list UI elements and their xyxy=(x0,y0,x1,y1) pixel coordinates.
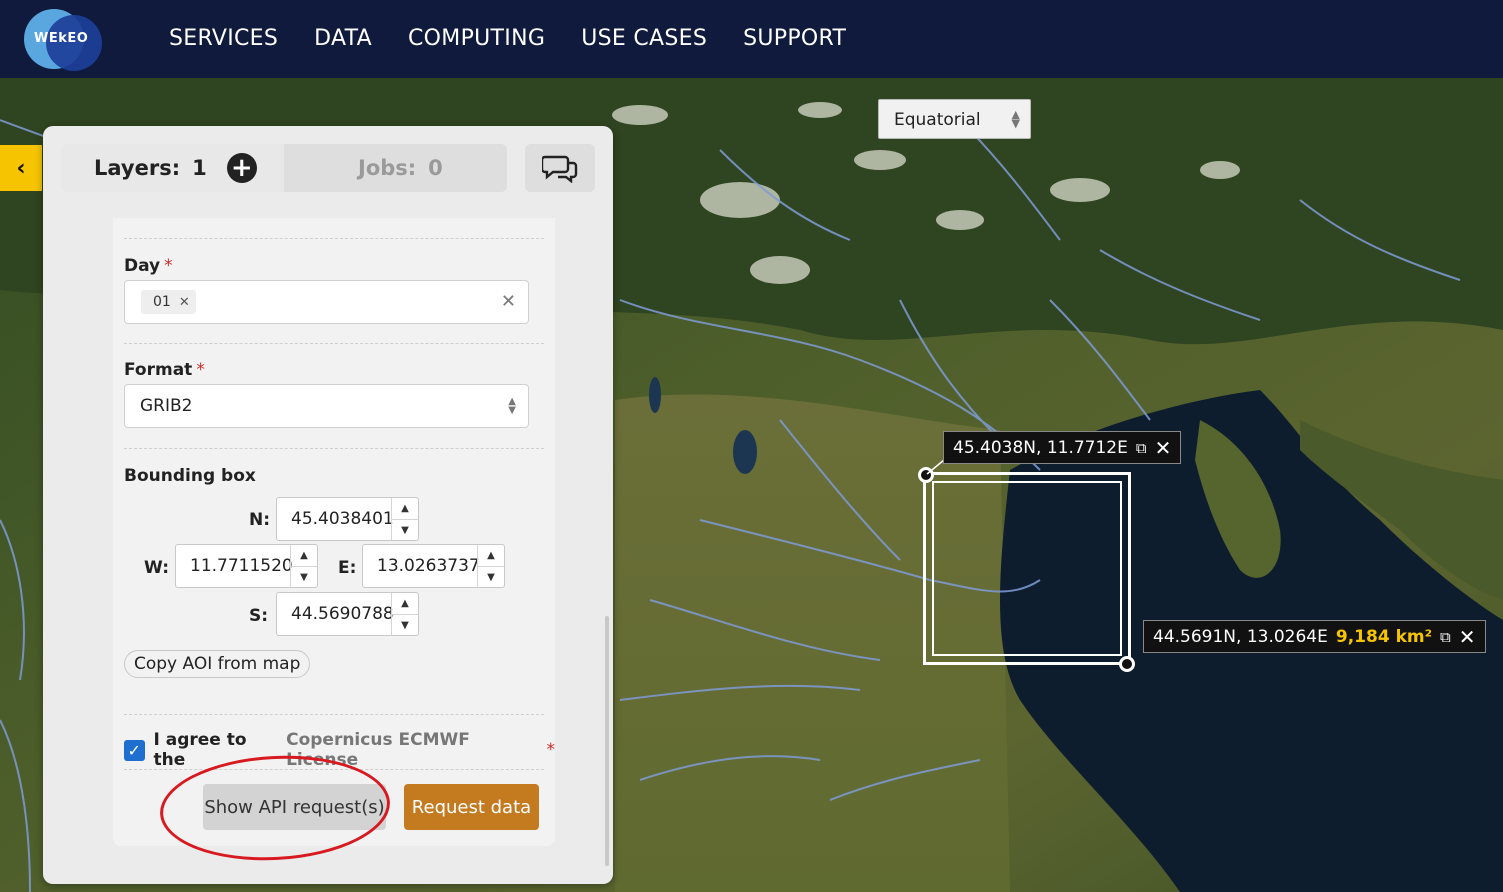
sort-icon: ▲ ▼ xyxy=(508,396,516,416)
panel-scrollbar[interactable] xyxy=(605,616,609,866)
nav-services[interactable]: SERVICES xyxy=(169,26,278,51)
close-icon[interactable]: ✕ xyxy=(1459,625,1476,649)
bottom-right-coord: 44.5691N, 13.0264E xyxy=(1153,626,1328,647)
east-value: 13.0263737 xyxy=(377,556,480,576)
day-label-text: Day xyxy=(124,256,161,276)
required-marker: * xyxy=(164,256,173,276)
south-input[interactable]: 44.5690788 ▲ ▼ xyxy=(276,592,419,636)
south-spinner[interactable]: ▲ ▼ xyxy=(391,593,418,635)
day-chip: 01 ✕ xyxy=(141,290,196,314)
clear-icon[interactable]: ✕ xyxy=(501,291,516,312)
sort-icon: ▲ ▼ xyxy=(1011,108,1020,130)
east-spinner[interactable]: ▲ ▼ xyxy=(477,545,504,587)
copy-icon[interactable]: ⧉ xyxy=(1136,439,1147,457)
nav-support[interactable]: SUPPORT xyxy=(743,26,846,51)
required-marker: * xyxy=(546,740,556,760)
spin-down-icon[interactable]: ▼ xyxy=(478,566,504,587)
top-left-coord-tooltip: 45.4038N, 11.7712E ⧉ ✕ xyxy=(943,431,1182,464)
day-chip-value: 01 xyxy=(153,294,171,310)
spin-up-icon[interactable]: ▲ xyxy=(478,545,504,566)
chip-remove-icon[interactable]: ✕ xyxy=(179,295,190,310)
spin-up-icon[interactable]: ▲ xyxy=(392,498,418,519)
north-spinner[interactable]: ▲ ▼ xyxy=(391,498,418,540)
layers-count: 1 xyxy=(192,156,207,180)
main-menu: SERVICES DATA COMPUTING USE CASES SUPPOR… xyxy=(169,26,846,51)
divider xyxy=(124,714,544,715)
wekeo-logo[interactable]: WEkEO xyxy=(24,9,104,71)
aoi-rectangle[interactable] xyxy=(923,472,1131,665)
north-label: N: xyxy=(249,510,271,530)
west-spinner[interactable]: ▲ ▼ xyxy=(290,545,317,587)
request-data-button[interactable]: Request data xyxy=(404,784,539,830)
top-navigation: WEkEO SERVICES DATA COMPUTING USE CASES … xyxy=(0,0,1503,78)
spin-up-icon[interactable]: ▲ xyxy=(392,593,418,614)
chat-bubbles-icon xyxy=(542,155,578,183)
panel-tabs: Layers: 1 + Jobs: 0 xyxy=(61,144,507,192)
nav-use-cases[interactable]: USE CASES xyxy=(581,26,707,51)
aoi-area: 9,184 km² xyxy=(1335,626,1433,647)
west-label: W: xyxy=(144,558,170,578)
jobs-count: 0 xyxy=(428,156,443,180)
east-label: E: xyxy=(338,558,357,578)
north-input[interactable]: 45.4038401 ▲ ▼ xyxy=(276,497,419,541)
aoi-vertex-bottom-right[interactable] xyxy=(1119,656,1135,672)
jobs-label: Jobs: xyxy=(358,156,417,180)
checkmark-icon[interactable]: ✓ xyxy=(124,739,145,761)
tab-jobs[interactable]: Jobs: 0 xyxy=(284,144,507,192)
chevron-left-icon: ‹ xyxy=(16,155,26,181)
bottom-right-coord-tooltip: 44.5691N, 13.0264E 9,184 km² ⧉ ✕ xyxy=(1143,620,1486,653)
west-value: 11.7711520 xyxy=(190,556,293,576)
close-icon[interactable]: ✕ xyxy=(1155,436,1172,460)
chat-button[interactable] xyxy=(525,144,595,192)
format-value: GRIB2 xyxy=(140,396,193,416)
south-label: S: xyxy=(249,606,269,626)
copy-aoi-button[interactable]: Copy AOI from map xyxy=(124,650,311,678)
projection-value: Equatorial xyxy=(894,110,981,130)
copy-icon[interactable]: ⧉ xyxy=(1440,628,1451,646)
nav-computing[interactable]: COMPUTING xyxy=(408,26,545,51)
format-select[interactable]: GRIB2 ▲ ▼ xyxy=(124,384,529,428)
format-label: Format * xyxy=(124,360,205,380)
spin-down-icon[interactable]: ▼ xyxy=(392,614,418,635)
day-label: Day * xyxy=(124,256,173,276)
divider xyxy=(124,238,544,239)
layers-label: Layers: xyxy=(94,156,181,180)
tab-layers[interactable]: Layers: 1 + xyxy=(61,144,284,192)
format-label-text: Format xyxy=(124,360,193,380)
divider xyxy=(124,343,544,344)
nav-data[interactable]: DATA xyxy=(314,26,372,51)
projection-select[interactable]: Equatorial ▲ ▼ xyxy=(878,99,1031,139)
spin-down-icon[interactable]: ▼ xyxy=(291,566,317,587)
required-marker: * xyxy=(196,360,205,380)
spin-up-icon[interactable]: ▲ xyxy=(291,545,317,566)
top-left-coord: 45.4038N, 11.7712E xyxy=(953,437,1128,458)
south-value: 44.5690788 xyxy=(291,604,394,624)
east-input[interactable]: 13.0263737 ▲ ▼ xyxy=(362,544,505,588)
day-multiselect[interactable]: 01 ✕ ✕ xyxy=(124,280,529,324)
layer-form: Day * 01 ✕ ✕ Format * GRIB2 ▲ ▼ Bounding box… xyxy=(113,218,555,846)
spin-down-icon[interactable]: ▼ xyxy=(392,519,418,540)
aoi-rectangle-inner xyxy=(932,481,1122,656)
bbox-label: Bounding box xyxy=(124,466,256,486)
divider xyxy=(124,448,544,449)
collapse-panel-button[interactable]: ‹ xyxy=(0,145,42,191)
logo-text: WEkEO xyxy=(34,31,89,46)
plus-circle-icon[interactable]: + xyxy=(226,153,257,183)
west-input[interactable]: 11.7711520 ▲ ▼ xyxy=(175,544,318,588)
north-value: 45.4038401 xyxy=(291,509,394,529)
